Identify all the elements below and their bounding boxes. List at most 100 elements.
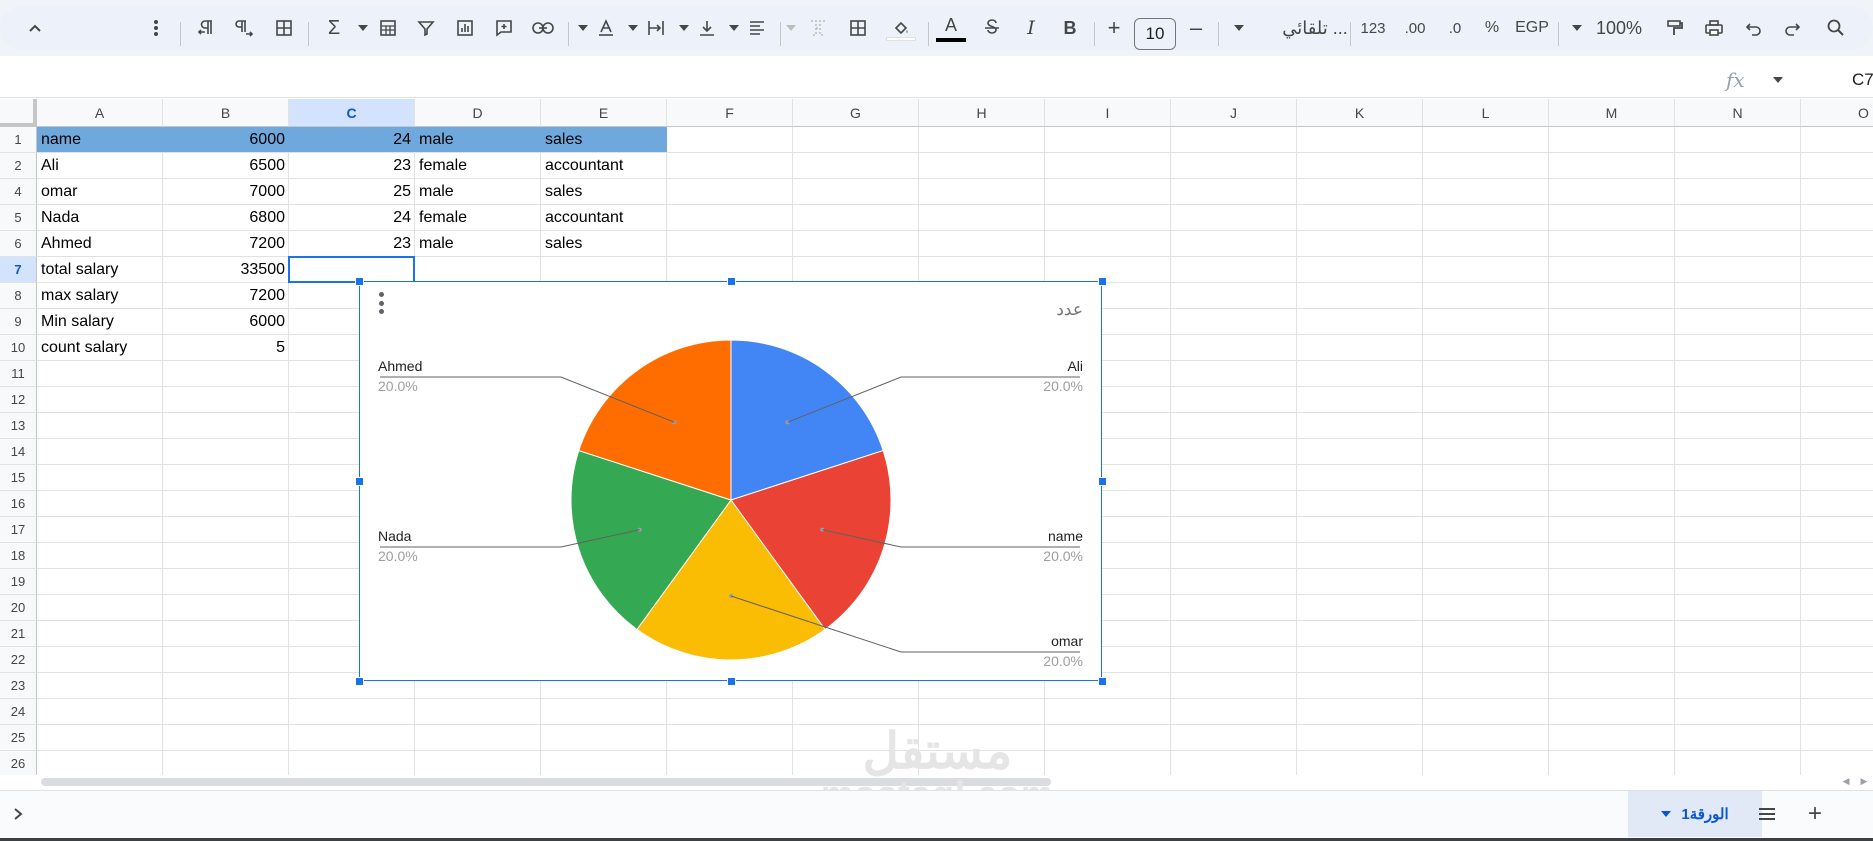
row-header-21[interactable]: 21 [0,621,37,647]
cell-d2[interactable]: female [415,153,541,178]
chevron-down-icon[interactable] [576,6,590,50]
column-header-h[interactable]: H [919,99,1045,127]
horizontal-scrollbar[interactable] [37,775,1837,787]
table-icon[interactable] [374,6,402,50]
chevron-down-icon[interactable] [356,6,370,50]
row-header-25[interactable]: 25 [0,725,37,751]
cell-a8[interactable]: max salary [37,283,163,308]
cell-b9[interactable]: 6000 [163,309,289,334]
add-sheet-icon[interactable]: + [1800,791,1830,837]
name-box[interactable]: C7 [1852,70,1873,90]
chevron-down-icon[interactable] [1570,6,1584,50]
cell-d1[interactable]: male [415,127,541,152]
cell-a4[interactable]: omar [37,179,163,204]
cell-e6[interactable]: sales [541,231,667,256]
chart-resize-handle[interactable] [355,677,364,686]
cell-a9[interactable]: Min salary [37,309,163,334]
column-header-n[interactable]: N [1675,99,1801,127]
increase-decimal-button[interactable]: .00 [1400,6,1430,50]
cell-b4[interactable]: 7000 [163,179,289,204]
cell-a5[interactable]: Nada [37,205,163,230]
cell-d4[interactable]: male [415,179,541,204]
chart-resize-handle[interactable] [1098,277,1107,286]
cell-d5[interactable]: female [415,205,541,230]
zoom-select[interactable]: 100% [1592,6,1646,50]
column-header-b[interactable]: B [163,99,289,127]
cell-e7[interactable] [541,257,667,282]
select-all-corner[interactable] [0,99,37,127]
row-header-12[interactable]: 12 [0,387,37,413]
chevron-down-icon[interactable] [626,6,640,50]
insert-link-icon[interactable] [529,6,557,50]
text-wrapping-icon[interactable] [642,6,670,50]
cell-b1[interactable]: 6000 [163,127,289,152]
decrease-font-size-icon[interactable]: – [1182,6,1210,50]
row-header-22[interactable]: 22 [0,647,37,673]
row-header-10[interactable]: 10 [0,335,37,361]
row-header-13[interactable]: 13 [0,413,37,439]
search-icon[interactable] [1822,6,1850,50]
row-header-17[interactable]: 17 [0,517,37,543]
row-header-5[interactable]: 5 [0,205,37,231]
scrollbar-thumb[interactable] [41,778,1051,786]
cell-c2[interactable]: 23 [289,153,415,178]
number-format-button[interactable]: 123 [1358,6,1388,50]
expand-side-panel-icon[interactable] [8,791,28,837]
cell-a6[interactable]: Ahmed [37,231,163,256]
cell-a7[interactable]: total salary [37,257,163,282]
filter-icon[interactable] [412,6,440,50]
pie-chart[interactable]: عدد Ali 20.0% name 20.0% omar 20.0% Nada 20.0% A… [355,277,1107,686]
column-header-k[interactable]: K [1297,99,1423,127]
vertical-align-icon[interactable] [693,6,721,50]
horizontal-align-icon[interactable] [743,6,771,50]
collapse-toolbar-icon[interactable] [20,6,50,50]
cell-b2[interactable]: 6500 [163,153,289,178]
chart-resize-handle[interactable] [355,277,364,286]
row-header-26[interactable]: 26 [0,751,37,775]
column-header-f[interactable]: F [667,99,793,127]
paint-format-icon[interactable] [1660,6,1688,50]
chart-resize-handle[interactable] [1098,477,1107,486]
chart-resize-handle[interactable] [1098,677,1107,686]
undo-icon[interactable] [1740,6,1768,50]
more-options-icon[interactable] [146,6,166,50]
cell-b8[interactable]: 7200 [163,283,289,308]
sheet-tab-active[interactable]: الورقة1 [1628,791,1762,837]
name-box-dropdown-icon[interactable] [1773,77,1783,83]
ltr-paragraph-icon[interactable] [192,6,220,50]
cell-e2[interactable]: accountant [541,153,667,178]
scroll-arrows[interactable]: ◀ ▶ [1837,775,1873,787]
row-header-9[interactable]: 9 [0,309,37,335]
sheet-tab-menu-icon[interactable] [1661,811,1672,817]
cell-c5[interactable]: 24 [289,205,415,230]
chart-resize-handle[interactable] [726,277,736,286]
cell-e5[interactable]: accountant [541,205,667,230]
row-header-7[interactable]: 7 [0,257,37,283]
cell-c4[interactable]: 25 [289,179,415,204]
row-header-20[interactable]: 20 [0,595,37,621]
chevron-down-icon[interactable] [677,6,691,50]
insert-comment-icon[interactable] [490,6,518,50]
column-header-d[interactable]: D [415,99,541,127]
italic-icon[interactable]: I [1017,6,1045,50]
row-header-4[interactable]: 4 [0,179,37,205]
cell-c6[interactable]: 23 [289,231,415,256]
column-header-i[interactable]: I [1045,99,1171,127]
chart-resize-handle[interactable] [726,677,736,686]
fill-color-icon[interactable] [886,6,916,50]
cell-e1[interactable]: sales [541,127,667,152]
row-header-11[interactable]: 11 [0,361,37,387]
row-header-1[interactable]: 1 [0,127,37,153]
font-size-input[interactable]: 10 [1134,18,1176,50]
cell-d7[interactable] [415,257,541,282]
cell-d6[interactable]: male [415,231,541,256]
borders-icon[interactable] [844,6,872,50]
row-header-23[interactable]: 23 [0,673,37,699]
cell-e4[interactable]: sales [541,179,667,204]
cell-b7[interactable]: 33500 [163,257,289,282]
column-header-a[interactable]: A [37,99,163,127]
row-header-18[interactable]: 18 [0,543,37,569]
column-header-e[interactable]: E [541,99,667,127]
column-header-o[interactable]: O [1801,99,1873,127]
decrease-decimal-button[interactable]: .0 [1440,6,1470,50]
